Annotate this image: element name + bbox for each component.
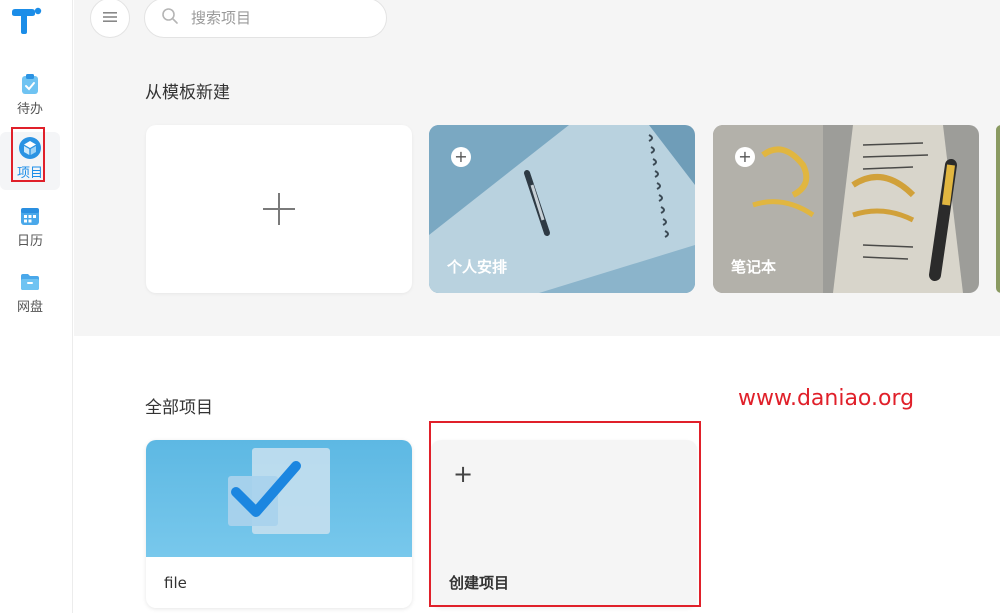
projects-section-title: 全部项目 <box>145 398 213 418</box>
create-project-label: 创建项目 <box>449 574 510 592</box>
folder-drive-icon <box>18 270 42 294</box>
template-label: 个人安排 <box>447 258 508 276</box>
template-section: 从模板新建 + 个人安排 <box>74 0 1000 336</box>
sidebar: 待办 项目 日历 网盘 <box>0 0 73 613</box>
sidebar-item-drive[interactable]: 网盘 <box>0 266 60 324</box>
sidebar-item-calendar[interactable]: 日历 <box>0 200 60 258</box>
search-input[interactable] <box>191 9 361 27</box>
project-thumbnail <box>146 440 412 557</box>
sidebar-item-label: 项目 <box>16 166 43 181</box>
add-circle-icon: + <box>735 147 755 167</box>
watermark-text: www.daniao.org <box>738 386 915 411</box>
template-card-partial[interactable] <box>996 125 1000 293</box>
sidebar-item-project[interactable]: 项目 <box>0 132 60 190</box>
main-content: 从模板新建 + 个人安排 <box>74 0 1000 613</box>
sidebar-item-label: 待办 <box>16 102 43 117</box>
sidebar-item-label: 网盘 <box>16 300 43 315</box>
hamburger-menu-icon <box>102 9 118 28</box>
search-bar[interactable] <box>144 0 387 38</box>
add-circle-icon: + <box>451 147 471 167</box>
plus-icon <box>263 193 295 225</box>
todo-clipboard-icon <box>18 72 42 96</box>
checkmark-icon <box>228 448 330 534</box>
plus-icon: + <box>453 460 474 488</box>
calendar-icon <box>18 204 42 228</box>
project-name: file <box>164 574 187 592</box>
template-label: 笔记本 <box>731 258 777 276</box>
template-card-personal-schedule[interactable]: + 个人安排 <box>429 125 695 293</box>
sidebar-item-label: 日历 <box>16 234 43 249</box>
project-card-file[interactable]: file <box>146 440 412 608</box>
template-thumbnail <box>996 125 1000 293</box>
template-card-notebook[interactable]: + 笔记本 <box>713 125 979 293</box>
create-project-card[interactable]: + 创建项目 <box>431 440 697 608</box>
menu-button[interactable] <box>90 0 130 38</box>
t-logo-icon[interactable] <box>10 6 42 34</box>
blank-template-card[interactable] <box>146 125 412 293</box>
template-section-title: 从模板新建 <box>145 83 230 103</box>
sidebar-item-todo[interactable]: 待办 <box>0 68 60 126</box>
search-icon <box>161 7 179 29</box>
project-cube-icon <box>18 136 42 160</box>
